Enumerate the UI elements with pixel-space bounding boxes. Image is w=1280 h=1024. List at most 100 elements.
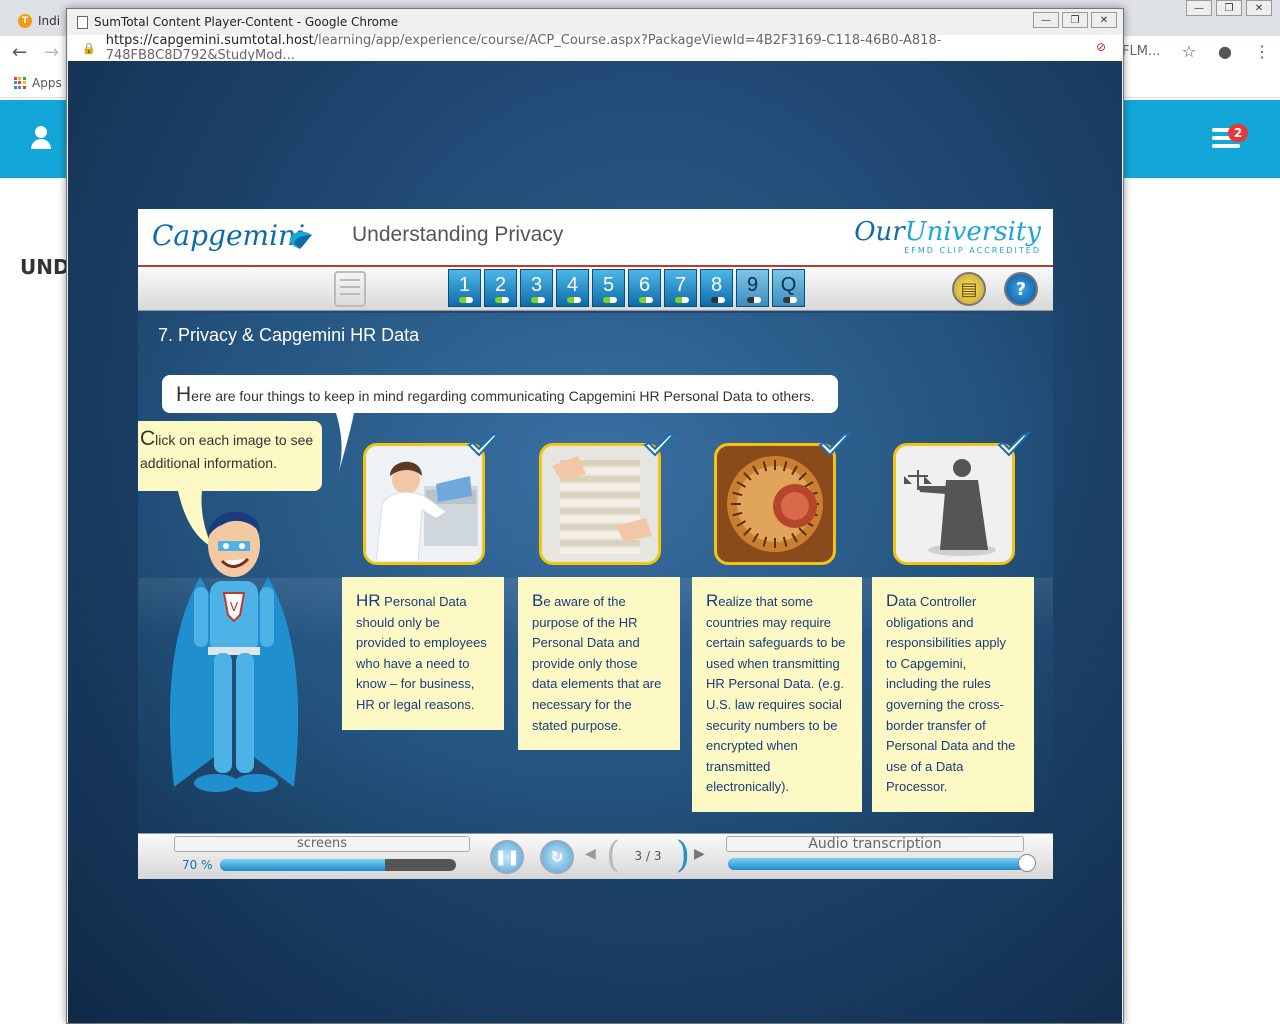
chapter-status-indicator <box>495 297 509 303</box>
chapter-button-9[interactable]: 9 <box>736 269 769 307</box>
progress-percent: 70 % <box>182 858 213 872</box>
popup-blocked-icon[interactable]: ⊘ <box>1096 40 1110 56</box>
chapter-button-2[interactable]: 2 <box>484 269 517 307</box>
next-page-button[interactable]: ) <box>676 838 690 874</box>
chapter-button-8[interactable]: 8 <box>700 269 733 307</box>
card-image-2[interactable] <box>539 443 661 565</box>
chapter-status-indicator <box>567 297 581 303</box>
chapter-label: 9 <box>746 274 759 296</box>
course-frame: Capgemini Understanding Privacy OurUnive… <box>138 209 1053 879</box>
player-controls: screens 70 % ❚❚ ↻ ◀ ( 3 / 3 ) ▶ Audio tr… <box>138 833 1053 879</box>
chapter-label: Q <box>780 274 797 296</box>
chapter-label: 1 <box>458 274 471 296</box>
our-university-logo: OurUniversity EFMD CLIP ACCREDITED <box>854 217 1041 255</box>
chapter-button-7[interactable]: 7 <box>664 269 697 307</box>
checkmark-icon <box>818 431 852 457</box>
popup-window-title: SumTotal Content Player-Content - Google… <box>94 15 399 29</box>
replay-button[interactable]: ↻ <box>540 840 574 874</box>
chapter-button-3[interactable]: 3 <box>520 269 553 307</box>
forward-arrow-icon[interactable]: → <box>44 42 59 63</box>
table-of-contents-icon[interactable] <box>334 271 366 307</box>
volume-slider[interactable] <box>728 858 1034 870</box>
chapter-button-1[interactable]: 1 <box>448 269 481 307</box>
tab-title: Indi <box>38 14 61 28</box>
chapter-buttons: 1 2 3 4 5 6 7 8 9Q <box>448 269 805 307</box>
intro-speech-bubble: Here are four things to keep in mind reg… <box>162 375 838 413</box>
chapter-navigation: 1 2 3 4 5 6 7 8 9Q ▤ ? <box>138 267 1053 311</box>
card-text-4: Data Controller obligations and responsi… <box>872 577 1034 812</box>
minimize-icon[interactable]: — <box>1186 0 1212 16</box>
screens-panel[interactable]: screens <box>174 836 470 852</box>
card-image-4[interactable] <box>893 443 1015 565</box>
popup-url[interactable]: https://capgemini.sumtotal.host/learning… <box>106 33 1122 63</box>
notes-button[interactable]: ▤ <box>952 272 986 306</box>
star-icon[interactable]: ☆ <box>1182 42 1196 61</box>
document-icon <box>77 15 88 29</box>
background-window-controls: — ❐ ✕ <box>1186 0 1272 16</box>
card-text-2: Be aware of the purpose of the HR Person… <box>518 577 680 751</box>
checkmark-icon <box>467 431 501 457</box>
pause-button[interactable]: ❚❚ <box>490 840 524 874</box>
background-url-fragment[interactable]: FLM... <box>1122 44 1160 59</box>
chapter-button-6[interactable]: 6 <box>628 269 661 307</box>
chapter-label: 5 <box>602 274 615 296</box>
card-image-3[interactable] <box>714 443 836 565</box>
apps-grid-icon <box>14 77 26 89</box>
chapter-label: 6 <box>638 274 651 296</box>
content-player-window: SumTotal Content Player-Content - Google… <box>66 8 1124 1024</box>
previous-arrow-icon[interactable]: ◀ <box>585 846 596 862</box>
chapter-status-indicator <box>603 297 617 303</box>
apps-label: Apps <box>32 76 62 90</box>
help-button[interactable]: ? <box>1004 272 1038 306</box>
chapter-label: 8 <box>710 274 723 296</box>
checkmark-icon <box>643 431 677 457</box>
chapter-status-indicator <box>531 297 545 303</box>
chapter-label: 4 <box>566 274 579 296</box>
chapter-status-indicator <box>711 297 725 303</box>
card-text-1: HR Personal Data should only be provided… <box>342 577 504 730</box>
audio-transcription-panel[interactable]: Audio transcription <box>726 836 1024 852</box>
slide-body: 7. Privacy & Capgemini HR Data Here are … <box>138 313 1053 833</box>
chapter-status-indicator <box>675 297 689 303</box>
speech-bubble-tail <box>336 413 354 475</box>
browser-tools: ☆ ● ⋮ <box>1182 42 1270 61</box>
previous-page-button[interactable]: ( <box>606 838 620 874</box>
chapter-label: 3 <box>530 274 543 296</box>
volume-knob[interactable] <box>1018 854 1036 872</box>
chapter-button-10[interactable]: Q <box>772 269 805 307</box>
progress-bar <box>220 859 456 871</box>
back-arrow-icon[interactable]: ← <box>12 42 27 63</box>
popup-window-controls: — ❐ ✕ <box>1033 12 1117 28</box>
capgemini-logo: Capgemini <box>152 219 306 252</box>
player-background: Capgemini Understanding Privacy OurUnive… <box>68 61 1122 1023</box>
checkmark-icon <box>997 431 1031 457</box>
background-page-heading: UND <box>20 255 70 279</box>
menu-kebab-icon[interactable]: ⋮ <box>1254 42 1270 61</box>
section-title: 7. Privacy & Capgemini HR Data <box>158 325 420 345</box>
chapter-label: 2 <box>494 274 507 296</box>
capgemini-spade-icon <box>290 231 312 249</box>
card-text-3: Realize that some countries may require … <box>692 577 862 812</box>
chapter-button-4[interactable]: 4 <box>556 269 589 307</box>
course-header: Capgemini Understanding Privacy OurUnive… <box>138 209 1053 267</box>
page-counter: 3 / 3 <box>634 849 662 863</box>
close-icon[interactable]: ✕ <box>1246 0 1272 16</box>
card-image-1[interactable] <box>363 443 485 565</box>
progress-fill <box>220 859 386 871</box>
next-arrow-icon[interactable]: ▶ <box>694 846 705 862</box>
chapter-status-indicator <box>783 297 797 303</box>
chapter-status-indicator <box>459 297 473 303</box>
restore-icon[interactable]: ❐ <box>1216 0 1242 16</box>
chapter-button-5[interactable]: 5 <box>592 269 625 307</box>
popup-title-bar: SumTotal Content Player-Content - Google… <box>67 9 1123 35</box>
restore-icon[interactable]: ❐ <box>1062 12 1088 28</box>
course-title: Understanding Privacy <box>352 223 564 246</box>
minimize-icon[interactable]: — <box>1033 12 1059 28</box>
chapter-label: 7 <box>674 274 687 296</box>
popup-address-bar[interactable]: 🔒 https://capgemini.sumtotal.host/learni… <box>68 33 1122 63</box>
background-tab[interactable]: T Indi <box>8 6 68 36</box>
profile-icon[interactable]: ● <box>1218 42 1232 61</box>
apps-shortcut[interactable]: Apps <box>14 76 62 90</box>
close-icon[interactable]: ✕ <box>1091 12 1117 28</box>
user-icon[interactable] <box>30 126 52 150</box>
